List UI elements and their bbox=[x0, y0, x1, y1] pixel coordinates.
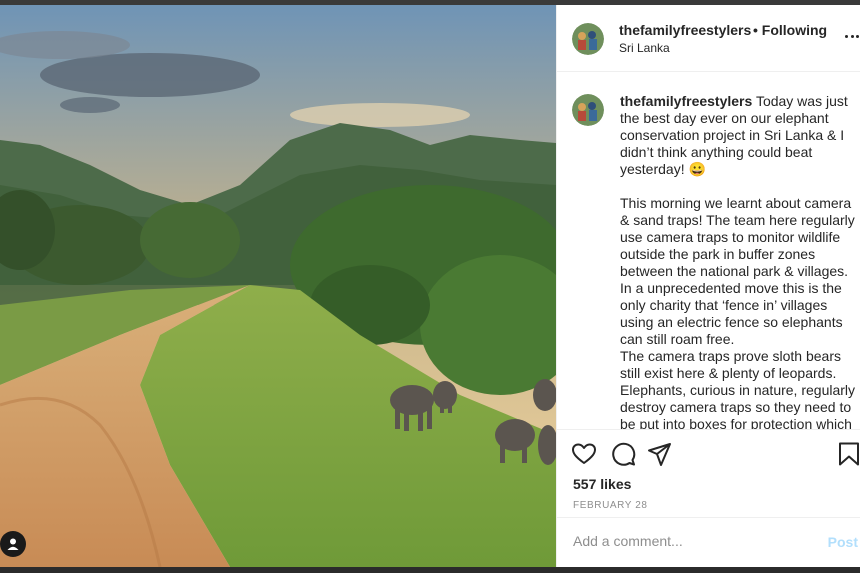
bookmark-icon[interactable] bbox=[836, 441, 860, 467]
window-bottom-strip bbox=[0, 567, 860, 573]
caption-username[interactable]: thefamilyfreestylers bbox=[620, 93, 752, 109]
post-photo[interactable] bbox=[0, 5, 556, 567]
caption-paragraph-2: This morning we learnt about camera & sa… bbox=[620, 195, 855, 347]
heart-icon[interactable] bbox=[571, 441, 597, 467]
more-options-icon[interactable] bbox=[845, 35, 859, 39]
avatar[interactable] bbox=[572, 23, 604, 55]
likes-count[interactable]: 557 likes bbox=[573, 476, 631, 492]
tagged-user-icon[interactable] bbox=[0, 531, 26, 557]
comment-input[interactable] bbox=[573, 533, 813, 549]
caption-avatar[interactable] bbox=[572, 94, 604, 126]
paper-plane-icon[interactable] bbox=[647, 441, 673, 467]
post-header: thefamilyfreestylers • Following Sri Lan… bbox=[557, 5, 860, 72]
comments-section[interactable]: thefamilyfreestylers Today was just the … bbox=[557, 73, 860, 429]
post-comment-button[interactable]: Post bbox=[828, 534, 858, 550]
caption-paragraph-3: The camera traps prove sloth bears still… bbox=[620, 348, 856, 429]
post-actions: 557 likes FEBRUARY 28 bbox=[557, 429, 860, 517]
post-details-panel: thefamilyfreestylers • Following Sri Lan… bbox=[556, 5, 860, 567]
post-caption: thefamilyfreestylers Today was just the … bbox=[620, 93, 860, 429]
post-location[interactable]: Sri Lanka bbox=[619, 41, 670, 55]
comment-icon[interactable] bbox=[610, 441, 636, 467]
following-status[interactable]: • Following bbox=[753, 22, 827, 38]
photo-landscape-elephants bbox=[0, 5, 556, 567]
post-date[interactable]: FEBRUARY 28 bbox=[573, 500, 648, 511]
post-author-username[interactable]: thefamilyfreestylers bbox=[619, 22, 751, 38]
add-comment-bar: Post bbox=[557, 517, 860, 567]
